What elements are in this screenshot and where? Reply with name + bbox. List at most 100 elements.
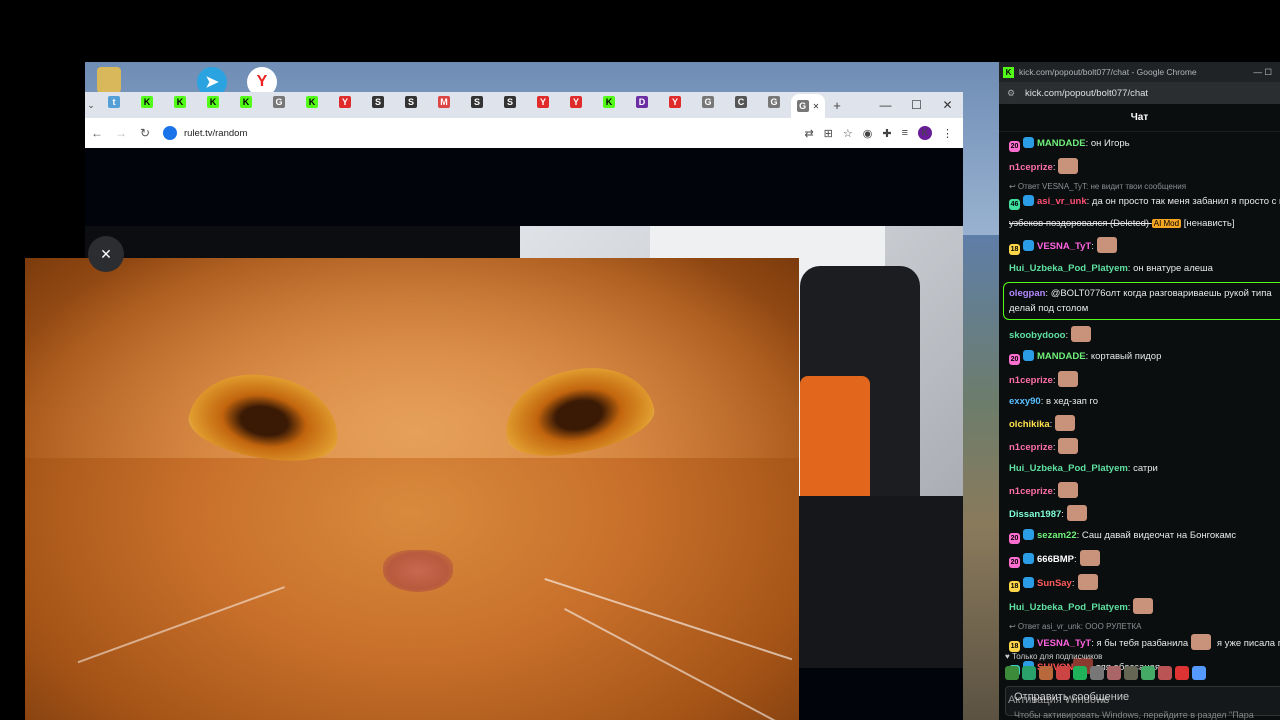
emote-item[interactable] — [1175, 666, 1189, 680]
chat-message[interactable]: n1ceprize: — [1009, 438, 1280, 455]
chat-message[interactable]: Hui_Uzbeka_Pod_Platyem: сатри — [1009, 461, 1280, 476]
extension-icon[interactable]: ◉ — [863, 127, 873, 140]
browser-tab[interactable]: t — [98, 92, 130, 112]
emote-item[interactable] — [1158, 666, 1172, 680]
browser-tab[interactable]: K — [593, 92, 625, 112]
chat-message[interactable]: 20 sezam22: Саш давай видеочат на Бонгока… — [1009, 528, 1280, 544]
browser-tab[interactable]: S — [362, 92, 394, 112]
chat-username[interactable]: exxy90 — [1009, 396, 1041, 407]
browser-tab[interactable]: Y — [659, 92, 691, 112]
chat-username[interactable]: 666BMP — [1037, 554, 1074, 565]
browser-tab[interactable]: C — [725, 92, 757, 112]
tab-search-icon[interactable]: ⌄ — [85, 100, 97, 111]
chat-username[interactable]: olegpan — [1009, 288, 1045, 299]
browser-tab[interactable]: K — [296, 92, 328, 112]
media-controls-icon[interactable]: ≡ — [902, 127, 908, 139]
chat-message[interactable]: Dissan1987: — [1009, 505, 1280, 522]
browser-tab[interactable]: G — [263, 92, 295, 112]
chat-username[interactable]: VESNA_TyT — [1037, 241, 1091, 252]
chat-username[interactable]: sezam22 — [1037, 530, 1077, 541]
chat-username[interactable]: n1ceprize — [1009, 442, 1053, 453]
chat-message[interactable]: 18 VESNA_TyT: я бы тебя разбанила я уже п… — [1009, 634, 1280, 652]
emote-item[interactable] — [1005, 666, 1019, 680]
back-icon[interactable]: ← — [85, 126, 109, 140]
folder-icon[interactable] — [97, 67, 121, 93]
chat-message[interactable]: n1ceprize: — [1009, 158, 1280, 175]
chat-message[interactable]: skoobydooo: — [1009, 326, 1280, 343]
chat-username[interactable]: MANDADE — [1037, 138, 1086, 149]
emote-item[interactable] — [1022, 666, 1036, 680]
chat-username[interactable]: Hui_Uzbeka_Pod_Platyem — [1009, 263, 1128, 274]
chat-message[interactable]: n1ceprize: — [1009, 371, 1280, 388]
browser-tab[interactable]: D — [626, 92, 658, 112]
minimize-icon[interactable]: — — [870, 98, 901, 112]
chat-message[interactable]: olchikika: — [1009, 415, 1280, 432]
chat-username[interactable]: Hui_Uzbeka_Pod_Platyem — [1009, 463, 1128, 474]
chat-message[interactable]: 20 MANDADE: он Игорь — [1009, 136, 1280, 152]
chat-message[interactable]: olegpan: @BOLT0776олт когда разговаривае… — [1003, 282, 1280, 320]
chat-message[interactable]: Hui_Uzbeka_Pod_Platyem: — [1009, 598, 1280, 615]
chat-message[interactable]: 46 asi_vr_unk: да он просто так меня заба… — [1009, 194, 1280, 210]
chat-message[interactable]: 20 666BMP: — [1009, 550, 1280, 568]
emote-item[interactable] — [1141, 666, 1155, 680]
chat-username[interactable]: olchikika — [1009, 419, 1050, 430]
install-icon[interactable]: ⊞ — [824, 127, 833, 140]
browser-tab[interactable]: Y — [527, 92, 559, 112]
chat-username[interactable]: Dissan1987 — [1009, 509, 1061, 520]
chat-message[interactable]: 18 VESNA_TyT: — [1009, 237, 1280, 255]
maximize-icon[interactable]: ☐ — [901, 98, 932, 112]
browser-tab[interactable]: Y — [329, 92, 361, 112]
close-overlay-button[interactable]: ✕ — [88, 236, 124, 272]
close-tab-icon[interactable]: ✕ — [813, 102, 820, 111]
chat-username[interactable]: MANDADE — [1037, 351, 1086, 362]
emote-item[interactable] — [1107, 666, 1121, 680]
browser-tab[interactable]: M — [428, 92, 460, 112]
chat-username[interactable]: n1ceprize — [1009, 486, 1053, 497]
site-info-icon[interactable] — [163, 126, 177, 140]
browser-tab[interactable]: S — [494, 92, 526, 112]
emote-item[interactable] — [1056, 666, 1070, 680]
reload-icon[interactable]: ↻ — [133, 126, 157, 140]
browser-tab[interactable]: Y — [560, 92, 592, 112]
browser-tab[interactable]: G — [692, 92, 724, 112]
chat-username[interactable]: Hui_Uzbeka_Pod_Platyem — [1009, 602, 1128, 613]
browser-tab[interactable]: S — [395, 92, 427, 112]
emote-item[interactable] — [1039, 666, 1053, 680]
browser-tab[interactable]: K — [197, 92, 229, 112]
chat-message[interactable]: узбеков поздоровался (Deleted) AI Mod [н… — [1009, 216, 1280, 231]
emote-item[interactable] — [1090, 666, 1104, 680]
translate-icon[interactable]: ⇄ — [804, 127, 813, 140]
chat-message[interactable]: n1ceprize: — [1009, 482, 1280, 499]
chat-username[interactable]: n1ceprize — [1009, 162, 1053, 173]
chat-username[interactable]: VESNA_TyT — [1037, 638, 1091, 649]
chat-username[interactable]: skoobydooo — [1009, 330, 1065, 341]
close-window-icon[interactable]: ✕ — [932, 98, 963, 112]
chat-username[interactable]: SunSay — [1037, 578, 1072, 589]
browser-tab[interactable]: K — [131, 92, 163, 112]
browser-tab[interactable]: G — [758, 92, 790, 112]
chat-username[interactable]: asi_vr_unk — [1037, 196, 1087, 207]
tab-favicon-icon: Y — [669, 96, 681, 108]
forward-icon[interactable]: → — [109, 126, 133, 140]
site-settings-icon[interactable]: ⚙ — [1007, 88, 1017, 99]
address-bar[interactable]: rulet.tv/random — [163, 122, 743, 144]
emote-item[interactable] — [1192, 666, 1206, 680]
browser-tab[interactable]: K — [164, 92, 196, 112]
browser-tab[interactable]: G ✕ — [791, 94, 825, 118]
chat-message[interactable]: Hui_Uzbeka_Pod_Platyem: он внатуре алеша — [1009, 261, 1280, 276]
chat-username[interactable]: n1ceprize — [1009, 375, 1053, 386]
extensions-puzzle-icon[interactable]: ✚ — [882, 127, 891, 140]
emote-item[interactable] — [1073, 666, 1087, 680]
profile-avatar[interactable]: K — [918, 126, 932, 140]
new-tab-button[interactable]: + — [825, 98, 849, 113]
bookmark-star-icon[interactable]: ☆ — [843, 127, 853, 140]
chat-message[interactable]: exxy90: в хед-зап го — [1009, 394, 1280, 409]
menu-icon[interactable]: ⋮ — [942, 127, 953, 140]
chat-message[interactable]: 20 MANDADE: кортавый пидор — [1009, 349, 1280, 365]
window-minimize-icon[interactable]: — ☐ — [1254, 67, 1272, 78]
emote-item[interactable] — [1124, 666, 1138, 680]
subscribers-only-text: Только для подписчиков — [1011, 652, 1103, 661]
chat-message[interactable]: 18 SunSay: — [1009, 574, 1280, 592]
browser-tab[interactable]: S — [461, 92, 493, 112]
browser-tab[interactable]: K — [230, 92, 262, 112]
